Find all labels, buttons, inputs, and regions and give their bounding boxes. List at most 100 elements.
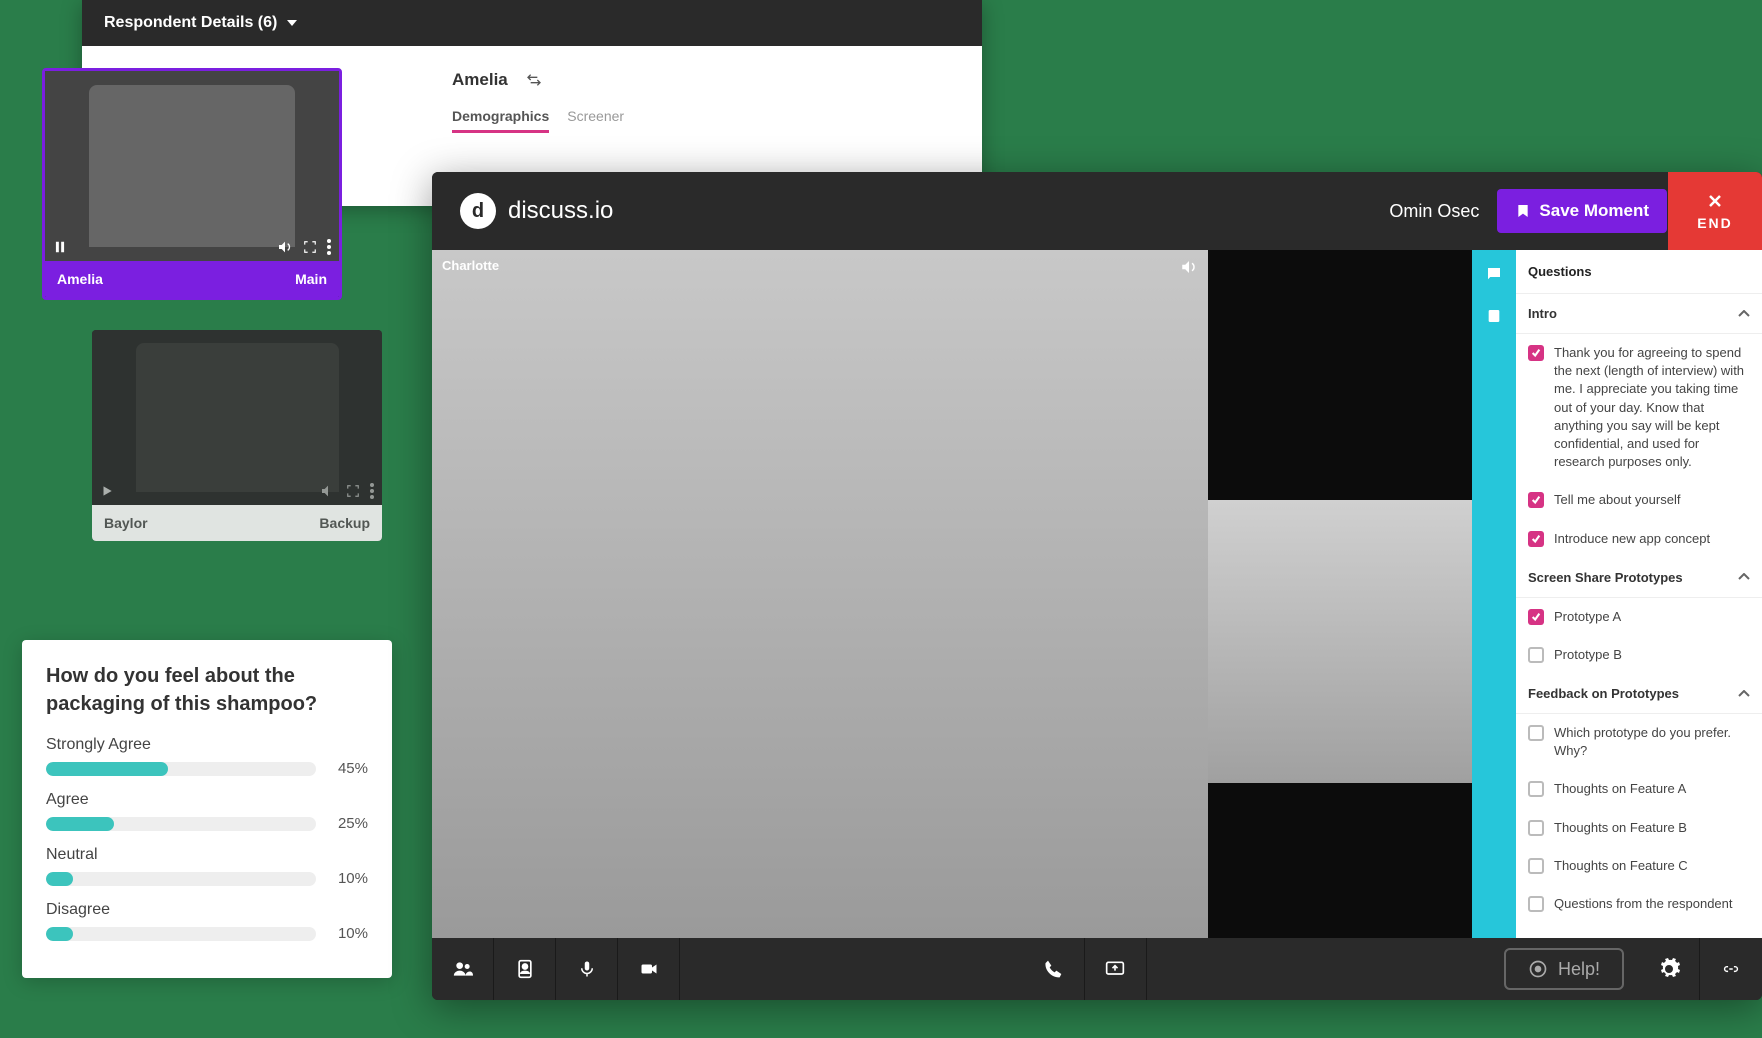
more-icon[interactable]: [370, 483, 374, 499]
volume-icon[interactable]: [277, 239, 293, 255]
tab-demographics[interactable]: Demographics: [452, 108, 549, 133]
respondent-name: Amelia: [452, 70, 508, 90]
thumbnail-name: Amelia: [57, 271, 103, 287]
save-moment-button[interactable]: Save Moment: [1497, 189, 1667, 233]
respondent-header[interactable]: Respondent Details (6): [82, 0, 982, 46]
chevron-up-icon: [1738, 573, 1750, 581]
checkbox-checked-icon[interactable]: [1528, 345, 1544, 361]
thumbnail-role: Main: [295, 271, 327, 287]
checkbox-empty-icon[interactable]: [1528, 781, 1544, 797]
question-section-header[interactable]: Intro: [1516, 294, 1762, 334]
more-icon[interactable]: [327, 239, 331, 255]
end-button[interactable]: END: [1668, 172, 1762, 250]
participant-name-label: Charlotte: [442, 258, 499, 273]
question-text: Prototype A: [1554, 608, 1621, 626]
poll-bar-track: [46, 872, 316, 886]
video-empty-slot: [1208, 250, 1472, 500]
checkbox-checked-icon[interactable]: [1528, 492, 1544, 508]
thumbnail-inactive[interactable]: Baylor Backup: [92, 330, 382, 541]
thumbnail-video: [45, 71, 339, 261]
chevron-down-icon: [287, 20, 297, 26]
end-label: END: [1697, 215, 1733, 231]
question-text: Thoughts on Feature C: [1554, 857, 1688, 875]
bookmark-icon: [1515, 202, 1531, 220]
contacts-button[interactable]: [494, 938, 556, 1000]
poll-row-label: Agree: [46, 791, 368, 809]
bottom-toolbar: Help!: [432, 938, 1762, 1000]
video-side-column: [1208, 250, 1472, 938]
poll-row: Neutral 10%: [46, 846, 368, 887]
session-timer: Omin Osec: [1389, 201, 1479, 222]
poll-pct: 10%: [330, 870, 368, 887]
checkbox-empty-icon[interactable]: [1528, 725, 1544, 741]
fullscreen-icon[interactable]: [346, 484, 360, 498]
camera-button[interactable]: [618, 938, 680, 1000]
phone-button[interactable]: [1023, 938, 1085, 1000]
screenshare-button[interactable]: [1085, 938, 1147, 1000]
settings-button[interactable]: [1638, 938, 1700, 1000]
thumbnail-role: Backup: [319, 515, 370, 531]
link-button[interactable]: [1700, 938, 1762, 1000]
video-secondary[interactable]: [1208, 500, 1472, 783]
poll-bar-fill: [46, 872, 73, 886]
poll-bar-track: [46, 762, 316, 776]
poll-card: How do you feel about the packaging of t…: [22, 640, 392, 978]
checkbox-checked-icon[interactable]: [1528, 531, 1544, 547]
participants-button[interactable]: [432, 938, 494, 1000]
video-main[interactable]: Charlotte: [432, 250, 1208, 938]
question-text: Prototype B: [1554, 646, 1622, 664]
chat-icon[interactable]: [1480, 260, 1508, 288]
questions-content: Questions IntroThank you for agreeing to…: [1516, 250, 1762, 938]
question-section-header[interactable]: Feedback on Prototypes: [1516, 674, 1762, 714]
volume-icon[interactable]: [1180, 258, 1198, 276]
question-item[interactable]: Which prototype do you prefer. Why?: [1516, 714, 1762, 770]
question-item[interactable]: Tell me about yourself: [1516, 481, 1762, 519]
question-item[interactable]: Introduce new app concept: [1516, 520, 1762, 558]
respondent-header-title: Respondent Details (6): [104, 14, 277, 32]
poll-row-label: Neutral: [46, 846, 368, 864]
question-item[interactable]: Thoughts on Feature C: [1516, 847, 1762, 885]
questions-side-rail: [1472, 250, 1516, 938]
question-text: Thank you for agreeing to spend the next…: [1554, 344, 1750, 471]
main-header: d discuss.io Omin Osec Save Moment END: [432, 172, 1762, 250]
poll-bar-track: [46, 927, 316, 941]
question-item[interactable]: Thoughts on Feature A: [1516, 770, 1762, 808]
pause-icon[interactable]: [53, 240, 67, 254]
checkbox-empty-icon[interactable]: [1528, 858, 1544, 874]
brand-name: discuss.io: [508, 197, 613, 225]
brand-logo: d discuss.io: [460, 193, 613, 229]
video-empty-slot: [1208, 783, 1472, 938]
question-item[interactable]: Prototype B: [1516, 636, 1762, 674]
poll-bar-fill: [46, 927, 73, 941]
question-item[interactable]: Thoughts on Feature B: [1516, 809, 1762, 847]
checkbox-empty-icon[interactable]: [1528, 820, 1544, 836]
question-item[interactable]: Thank you for agreeing to spend the next…: [1516, 334, 1762, 481]
play-icon[interactable]: [100, 484, 114, 498]
help-button[interactable]: Help!: [1504, 948, 1624, 990]
poll-bar-track: [46, 817, 316, 831]
poll-row-label: Disagree: [46, 901, 368, 919]
checkbox-empty-icon[interactable]: [1528, 896, 1544, 912]
fullscreen-icon[interactable]: [303, 240, 317, 254]
question-section-header[interactable]: Screen Share Prototypes: [1516, 558, 1762, 598]
swap-icon[interactable]: [526, 72, 542, 88]
poll-pct: 10%: [330, 925, 368, 942]
thumbnail-video: [92, 330, 382, 505]
mic-button[interactable]: [556, 938, 618, 1000]
checkbox-checked-icon[interactable]: [1528, 609, 1544, 625]
thumbnail-active[interactable]: Amelia Main: [42, 68, 342, 300]
question-item[interactable]: Questions from the respondent: [1516, 885, 1762, 923]
poll-row: Disagree 10%: [46, 901, 368, 942]
tab-screener[interactable]: Screener: [567, 108, 624, 133]
main-window: d discuss.io Omin Osec Save Moment END C…: [432, 172, 1762, 1000]
volume-icon[interactable]: [320, 483, 336, 499]
video-area: Charlotte: [432, 250, 1472, 938]
logo-badge-icon: d: [460, 193, 496, 229]
checkbox-empty-icon[interactable]: [1528, 647, 1544, 663]
notes-icon[interactable]: [1480, 302, 1508, 330]
question-item[interactable]: Prototype A: [1516, 598, 1762, 636]
questions-panel: Questions IntroThank you for agreeing to…: [1472, 250, 1762, 938]
question-text: Tell me about yourself: [1554, 491, 1680, 509]
help-label: Help!: [1558, 959, 1600, 980]
thumbnail-stack: Amelia Main Baylor Backup: [42, 68, 342, 571]
